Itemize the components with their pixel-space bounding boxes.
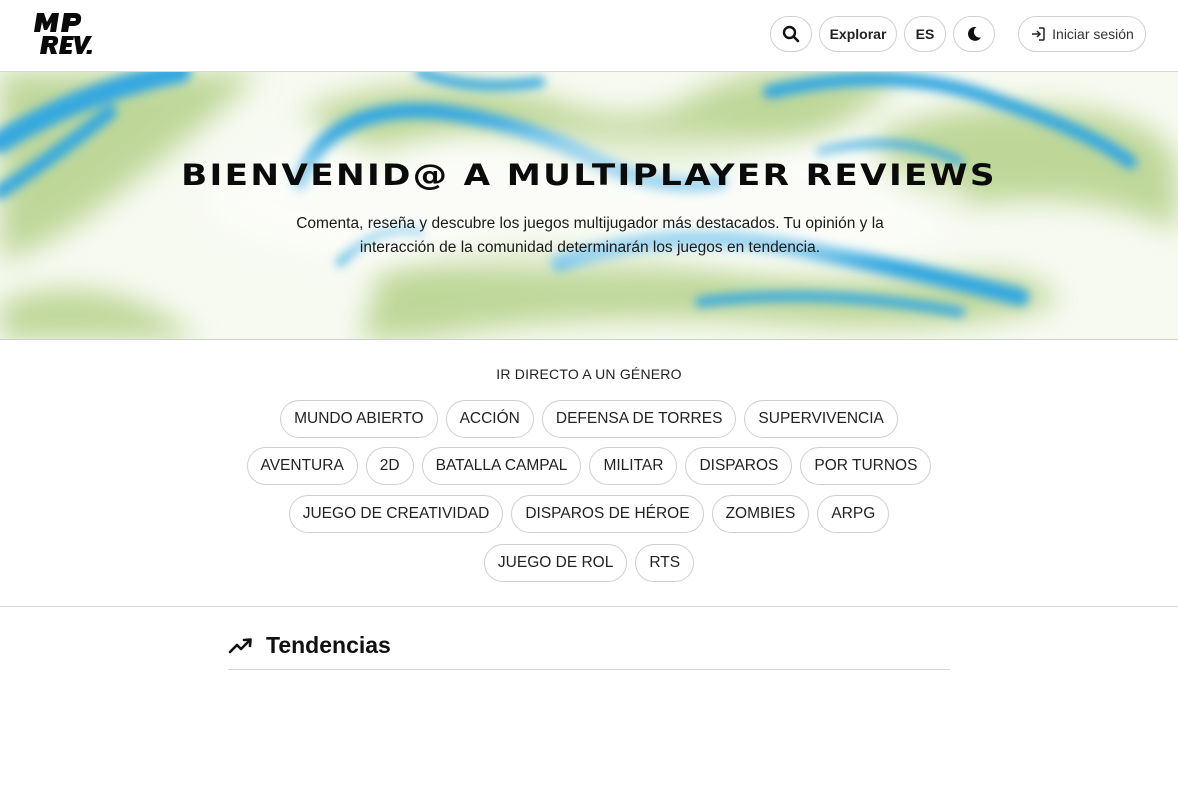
genre-chip[interactable]: SUPERVIVENCIA bbox=[744, 400, 898, 438]
top-header: Explorar ES Iniciar sesión bbox=[0, 0, 1178, 72]
theme-toggle-button[interactable] bbox=[953, 16, 995, 52]
trending-underline bbox=[228, 669, 950, 670]
genre-row: AVENTURA 2D BATALLA CAMPAL MILITAR DISPA… bbox=[0, 447, 1178, 485]
genre-chip[interactable]: POR TURNOS bbox=[800, 447, 932, 485]
genre-chip[interactable]: DISPAROS DE HÉROE bbox=[511, 495, 704, 533]
genre-row: MUNDO ABIERTO ACCIÓN DEFENSA DE TORRES S… bbox=[0, 400, 1178, 438]
genre-chip[interactable]: MUNDO ABIERTO bbox=[280, 400, 438, 438]
trending-up-icon bbox=[228, 637, 252, 653]
genre-chip[interactable]: 2D bbox=[365, 447, 414, 485]
section-divider bbox=[0, 606, 1178, 607]
genre-chip[interactable]: ACCIÓN bbox=[445, 400, 534, 438]
moon-icon bbox=[968, 26, 981, 41]
genres-heading: IR DIRECTO A UN GÉNERO bbox=[496, 366, 682, 382]
search-icon bbox=[782, 25, 800, 43]
hero-title: BIENVENID@ A MULTIPLAYER REVIEWS bbox=[181, 158, 997, 192]
hero-subtitle-line-2: interacción de la comunidad determinarán… bbox=[359, 239, 821, 256]
language-button[interactable]: ES bbox=[904, 16, 946, 52]
explore-button[interactable]: Explorar bbox=[819, 16, 897, 52]
genre-chip[interactable]: BATALLA CAMPAL bbox=[421, 447, 582, 485]
genre-chip[interactable]: MILITAR bbox=[589, 447, 678, 485]
logo-icon bbox=[34, 13, 92, 54]
genre-chip[interactable]: DEFENSA DE TORRES bbox=[541, 400, 737, 438]
genre-chip[interactable]: RTS bbox=[635, 544, 695, 582]
genre-chip[interactable]: ZOMBIES bbox=[711, 495, 810, 533]
trending-title: Tendencias bbox=[266, 632, 391, 658]
hero-subtitle: Comenta, reseña y descubre los juegos mu… bbox=[280, 212, 900, 260]
genre-row: JUEGO DE CREATIVIDAD DISPAROS DE HÉROE Z… bbox=[0, 495, 1178, 533]
genre-chip[interactable]: JUEGO DE CREATIVIDAD bbox=[288, 495, 504, 533]
hero-swirl-background bbox=[0, 72, 1178, 339]
login-label: Iniciar sesión bbox=[1052, 26, 1134, 42]
hero-banner: BIENVENID@ A MULTIPLAYER REVIEWS Comenta… bbox=[0, 72, 1178, 340]
sign-in-icon bbox=[1032, 27, 1045, 41]
search-button[interactable] bbox=[770, 16, 812, 52]
trending-heading: Tendencias bbox=[228, 632, 391, 659]
genre-chip[interactable]: DISPAROS bbox=[685, 447, 793, 485]
genre-chip[interactable]: ARPG bbox=[817, 495, 890, 533]
genre-row: JUEGO DE ROL RTS bbox=[0, 544, 1178, 582]
genre-chip[interactable]: AVENTURA bbox=[246, 447, 358, 485]
genre-chip[interactable]: JUEGO DE ROL bbox=[483, 544, 628, 582]
site-logo[interactable] bbox=[32, 10, 96, 58]
login-button[interactable]: Iniciar sesión bbox=[1018, 16, 1146, 52]
hero-subtitle-line-1: Comenta, reseña y descubre los juegos mu… bbox=[296, 215, 884, 232]
